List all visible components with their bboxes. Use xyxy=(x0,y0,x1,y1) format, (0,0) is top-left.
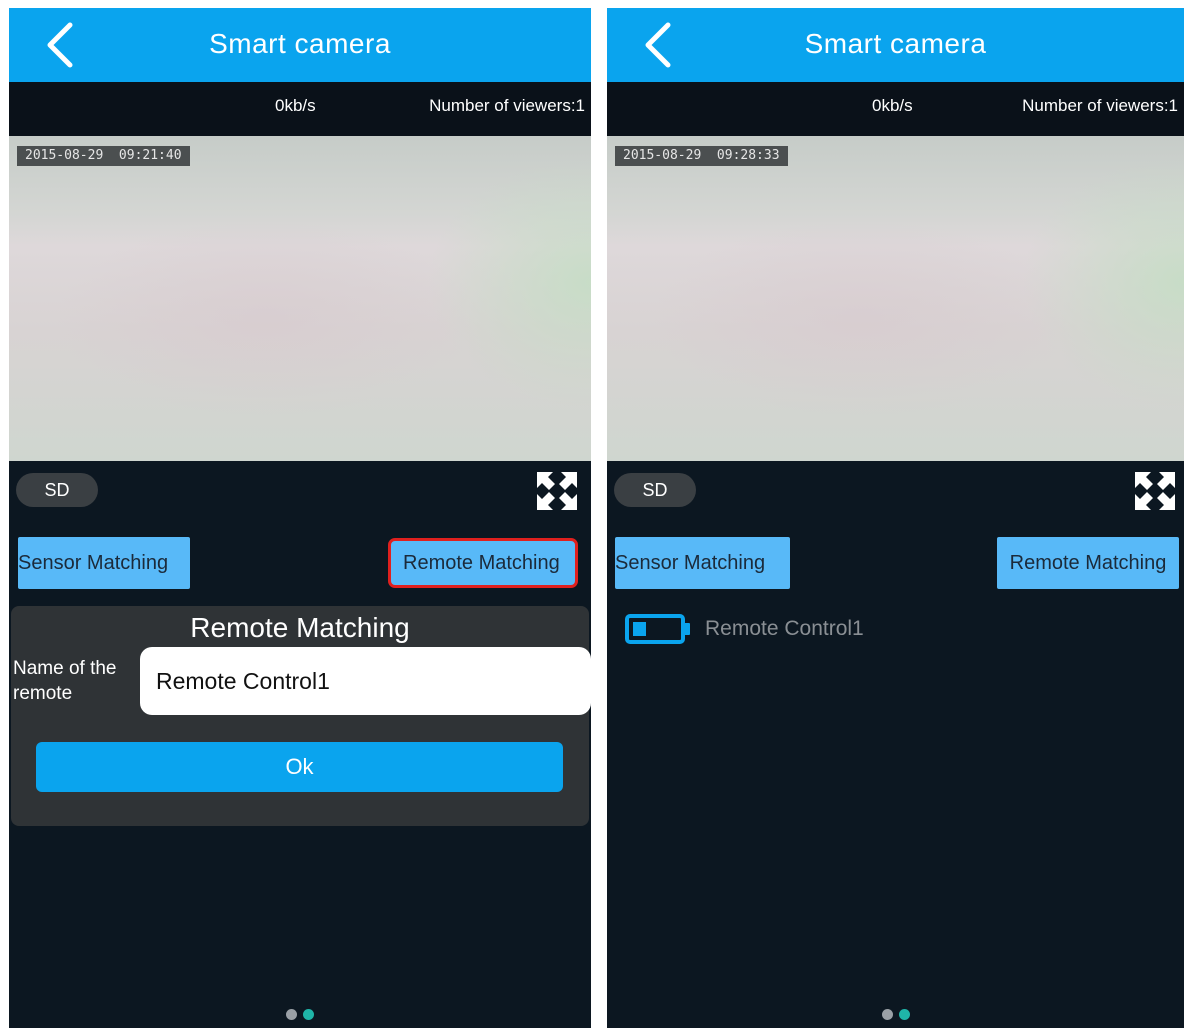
page-title: Smart camera xyxy=(209,28,391,59)
remote-name-input[interactable] xyxy=(140,647,591,715)
stream-status-bar: 0kb/s Number of viewers:1 xyxy=(9,82,591,136)
page-dot-active[interactable] xyxy=(303,1009,314,1020)
battery-icon xyxy=(625,614,690,644)
page-dot[interactable] xyxy=(286,1009,297,1020)
page-indicator xyxy=(9,1009,591,1020)
page-indicator xyxy=(607,1009,1184,1020)
dialog-title: Remote Matching xyxy=(190,612,410,643)
fullscreen-button[interactable] xyxy=(1133,470,1177,512)
ok-button[interactable]: Ok xyxy=(36,742,563,792)
fullscreen-button[interactable] xyxy=(535,470,579,512)
stream-status-bar: 0kb/s Number of viewers:1 xyxy=(607,82,1184,136)
app-bar: Smart camera xyxy=(607,8,1184,82)
quality-sd-button[interactable]: SD xyxy=(614,473,696,507)
remote-matching-button[interactable]: Remote Matching xyxy=(997,537,1179,589)
camera-video-feed[interactable]: 2015-08-29 09:21:40 xyxy=(9,136,591,461)
remote-list-item[interactable]: Remote Control1 xyxy=(625,612,864,646)
camera-video-feed[interactable]: 2015-08-29 09:28:33 xyxy=(607,136,1184,461)
page-dot-active[interactable] xyxy=(898,1009,910,1020)
bitrate-text: 0kb/s xyxy=(275,96,316,115)
sensor-matching-button[interactable]: Sensor Matching xyxy=(18,537,190,589)
remote-matching-button[interactable]: Remote Matching xyxy=(388,538,578,588)
page-title: Smart camera xyxy=(804,28,987,59)
page-dot[interactable] xyxy=(881,1009,893,1020)
remote-name-label: Name of the remote xyxy=(13,658,117,704)
expand-arrows-icon xyxy=(1135,472,1175,510)
viewers-count: Number of viewers:1 xyxy=(429,96,585,115)
app-bar: Smart camera xyxy=(9,8,591,82)
sensor-matching-button[interactable]: Sensor Matching xyxy=(615,537,790,589)
remote-matching-dialog: Remote Matching Name of the remote Ok xyxy=(11,606,591,826)
quality-sd-button[interactable]: SD xyxy=(16,473,98,507)
expand-arrows-icon xyxy=(537,472,577,510)
viewers-count: Number of viewers:1 xyxy=(1022,96,1178,115)
video-timestamp: 2015-08-29 09:21:40 xyxy=(17,146,190,166)
bitrate-text: 0kb/s xyxy=(872,96,913,115)
remote-name: Remote Control1 xyxy=(705,617,864,640)
screen-remote-matching-dialog: Smart camera 0kb/s Number of viewers:1 2… xyxy=(9,8,591,1028)
screen-remote-list: Smart camera 0kb/s Number of viewers:1 2… xyxy=(607,8,1184,1028)
video-timestamp: 2015-08-29 09:28:33 xyxy=(615,146,788,166)
